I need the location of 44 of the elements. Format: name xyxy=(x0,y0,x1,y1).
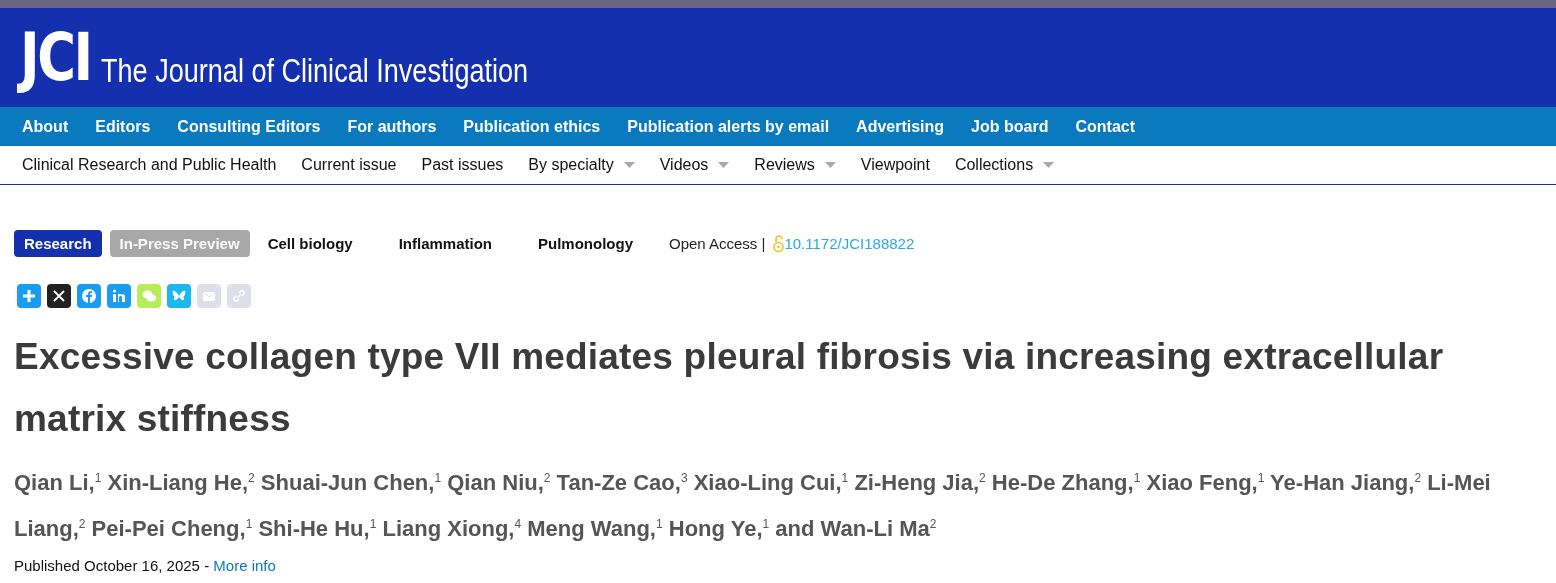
butterfly-button[interactable] xyxy=(167,284,191,308)
nav-link[interactable]: Contact xyxy=(1075,117,1135,136)
nav-dropdown[interactable]: Videos xyxy=(659,156,730,174)
nav-link[interactable]: Consulting Editors xyxy=(177,117,321,136)
x-button[interactable] xyxy=(47,284,71,308)
subject-link[interactable]: Inflammation xyxy=(388,230,502,257)
status-badge: In-Press Preview xyxy=(109,230,250,257)
facebook-icon xyxy=(81,288,97,304)
nav-link[interactable]: Current issue xyxy=(301,156,397,174)
nav-link[interactable]: Clinical Research and Public Health xyxy=(22,156,277,174)
chat-bubbles-icon xyxy=(141,288,157,304)
nav-link[interactable]: Editors xyxy=(95,117,151,136)
link-icon xyxy=(231,288,247,304)
caret-icon xyxy=(824,162,836,168)
x-icon xyxy=(51,288,67,304)
linkedin-button[interactable] xyxy=(107,284,131,308)
nav-dropdown[interactable]: By specialty xyxy=(528,156,635,174)
nav-link[interactable]: About xyxy=(22,117,69,136)
category-badge: Research xyxy=(14,230,102,257)
article-title: Excessive collagen type VII mediates pleural fibrosis via increasing extracellular matrix stiffness xyxy=(14,335,1445,441)
nav-link[interactable]: Advertising xyxy=(856,117,945,136)
more-info-link[interactable]: More info xyxy=(213,556,276,574)
publication-date: Published October 16, 2025 - More info xyxy=(14,556,277,574)
share-plus-button[interactable] xyxy=(17,284,41,308)
facebook-button[interactable] xyxy=(77,284,101,308)
site-title: The Journal of Clinical Investigation xyxy=(100,51,528,91)
open-lock-icon xyxy=(773,234,785,253)
subject-link[interactable]: Pulmonology xyxy=(528,230,643,257)
nav-dropdown[interactable]: Collections xyxy=(954,156,1055,174)
subject-link[interactable]: Cell biology xyxy=(257,230,363,257)
nav-link[interactable]: For authors xyxy=(347,117,437,136)
nav-link[interactable]: Job board xyxy=(971,117,1049,136)
author-list: Qian Li,$^{1}$ Xin-Liang He,$^{2}$ Shuai-Jun Chen,$^{1}$ Qian Niu,$^{2}$ Tan-Ze Cao,$^{3}$ Xiao-Ling Cui,$^{1}$ Zi-Heng Jia,$^{2}$ He-De Zhang,$^{1}$ Xiao Feng,$^{1}$ Ye-Han Jiang,$^{2}$ Li-Mei Liang,$^{2}$ Pei-Pei Cheng,$^{1}$ Shi-He Hu,$^{1}$ Liang Xiong,$^{4}$ Meng Wang,$^{1}$ Hong Ye,$^{1}$ and Wan-Li Ma$^{2}$ xyxy=(14,458,1542,549)
linkedin-icon xyxy=(111,288,127,304)
caret-icon xyxy=(1043,162,1055,168)
nav-link[interactable]: Publication alerts by email xyxy=(627,117,830,136)
share-plus-icon xyxy=(21,288,37,304)
caret-icon xyxy=(718,162,730,168)
nav-link[interactable]: Past issues xyxy=(421,156,504,174)
nav-link[interactable]: Viewpoint xyxy=(860,156,930,174)
access-label: Open Access | xyxy=(669,235,766,252)
nav-link[interactable]: Publication ethics xyxy=(463,117,601,136)
caret-icon xyxy=(623,162,635,168)
nav-dropdown[interactable]: Reviews xyxy=(754,156,836,174)
